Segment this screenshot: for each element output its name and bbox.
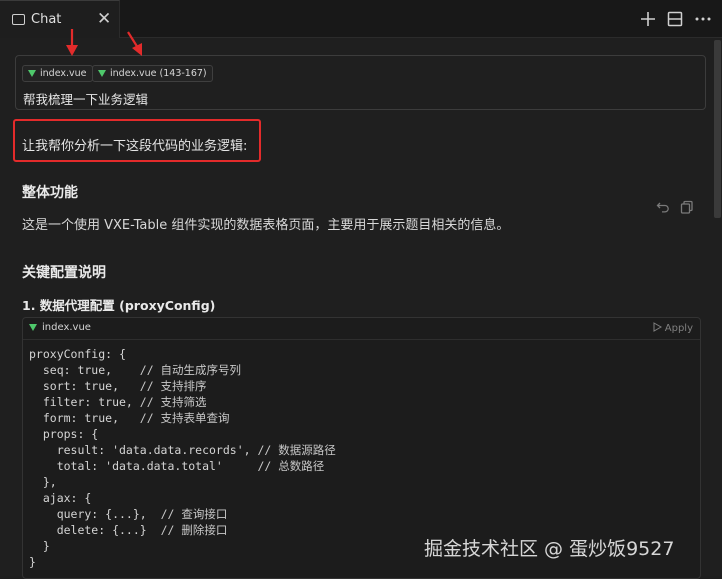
annotation-arrow-icon	[66, 29, 78, 56]
vue-file-icon	[98, 70, 106, 77]
code-text: ajax: {	[29, 491, 92, 505]
code-line: form: true, // 支持表单查询	[29, 410, 336, 426]
scrollbar-thumb[interactable]	[714, 40, 721, 218]
code-line: ajax: {	[29, 490, 336, 506]
code-comment: // 查询接口	[160, 507, 228, 521]
code-comment: // 自动生成序号列	[139, 363, 242, 377]
chat-bubble-icon	[12, 14, 25, 25]
chip-label: index.vue (143-167)	[110, 68, 207, 79]
tab-label: Chat	[31, 12, 62, 27]
copy-icon[interactable]	[680, 200, 694, 214]
code-text: seq: true,	[29, 363, 140, 377]
apply-label: Apply	[664, 323, 693, 334]
vue-file-icon	[29, 324, 37, 331]
code-comment: // 支持筛选	[139, 395, 207, 409]
code-line: }	[29, 538, 336, 554]
code-comment: // 支持表单查询	[139, 411, 230, 425]
context-chip-file[interactable]: index.vue	[22, 65, 93, 82]
response-intro: 让我帮你分析一下这段代码的业务逻辑:	[22, 139, 248, 154]
code-text: filter: true,	[29, 395, 140, 409]
code-text: total: 'data.data.total'	[29, 459, 258, 473]
title-bar: Chat ✕	[0, 0, 722, 38]
code-text: sort: true,	[29, 379, 140, 393]
code-comment: // 数据源路径	[257, 443, 336, 457]
annotation-arrow-icon	[127, 31, 142, 56]
code-line: result: 'data.data.records', // 数据源路径	[29, 442, 336, 458]
section-heading: 关键配置说明	[22, 265, 106, 281]
code-text: query: {...},	[29, 507, 161, 521]
code-text: props: {	[29, 427, 99, 441]
vue-file-icon	[28, 70, 36, 77]
code-text: delete: {...}	[29, 523, 161, 537]
code-text: },	[29, 475, 57, 489]
apply-button[interactable]: Apply	[653, 322, 693, 334]
code-text: form: true,	[29, 411, 140, 425]
code-text: }	[29, 555, 36, 569]
code-text: }	[29, 539, 50, 553]
code-line: filter: true, // 支持筛选	[29, 394, 336, 410]
code-line: sort: true, // 支持排序	[29, 378, 336, 394]
code-line: }	[29, 554, 336, 570]
play-icon	[653, 322, 662, 332]
code-comment: // 删除接口	[160, 523, 228, 537]
code-comment: // 支持排序	[139, 379, 207, 393]
chip-label: index.vue	[40, 68, 87, 79]
code-line: query: {...}, // 查询接口	[29, 506, 336, 522]
code-comment: // 总数路径	[257, 459, 325, 473]
code-text: proxyConfig: {	[29, 347, 126, 361]
code-filename[interactable]: index.vue	[42, 322, 91, 333]
watermark: 掘金技术社区 @ 蛋炒饭9527	[424, 538, 675, 560]
code-line: delete: {...} // 删除接口	[29, 522, 336, 538]
user-prompt: 帮我梳理一下业务逻辑	[23, 92, 149, 107]
undo-icon[interactable]	[656, 200, 670, 214]
context-box: index.vue index.vue (143-167) 帮我梳理一下业务逻辑	[15, 55, 706, 110]
code-line: proxyConfig: {	[29, 346, 336, 362]
code-line: total: 'data.data.total' // 总数路径	[29, 458, 336, 474]
section-heading: 整体功能	[22, 185, 78, 201]
plus-icon[interactable]	[638, 9, 658, 29]
close-icon[interactable]: ✕	[97, 9, 111, 29]
context-chip-selection[interactable]: index.vue (143-167)	[92, 65, 213, 82]
code-line: props: {	[29, 426, 336, 442]
ellipsis-icon[interactable]	[693, 9, 713, 29]
code-block-header: index.vue Apply	[23, 318, 700, 340]
code-content: proxyConfig: { seq: true, // 自动生成序号列 sor…	[29, 346, 336, 570]
code-text: result: 'data.data.records',	[29, 443, 258, 457]
section-paragraph: 这是一个使用 VXE-Table 组件实现的数据表格页面，主要用于展示题目相关的…	[22, 218, 510, 233]
list-item-heading: 1. 数据代理配置 (proxyConfig)	[22, 298, 216, 313]
split-layout-icon[interactable]	[665, 9, 685, 29]
code-line: },	[29, 474, 336, 490]
code-line: seq: true, // 自动生成序号列	[29, 362, 336, 378]
tab-chat[interactable]: Chat ✕	[0, 0, 120, 38]
